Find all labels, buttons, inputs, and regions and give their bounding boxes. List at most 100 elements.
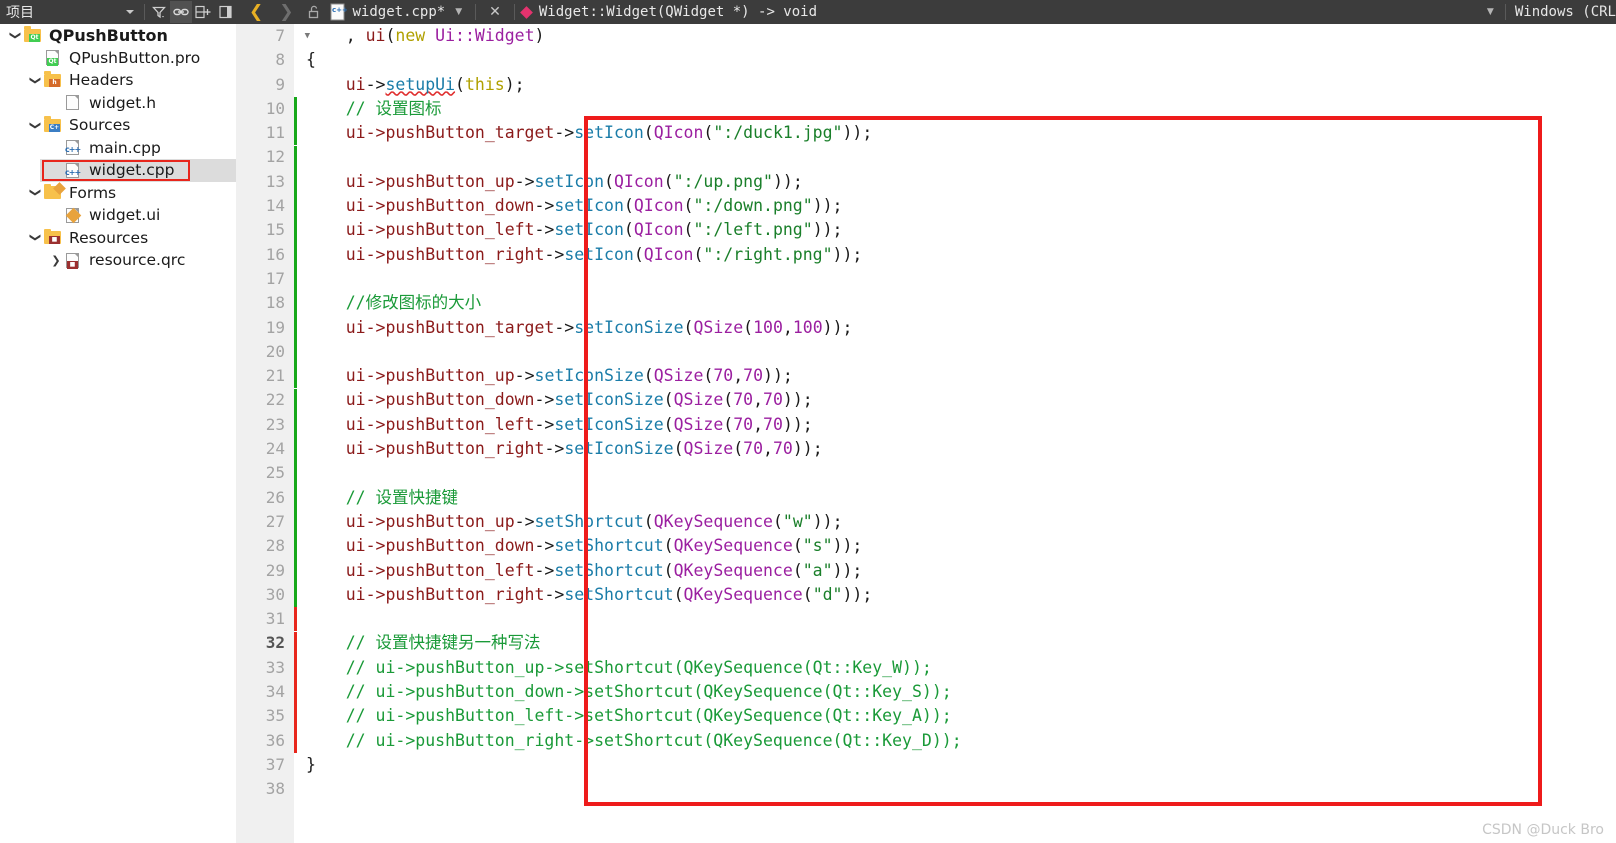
code-token: setIcon xyxy=(564,244,634,264)
code-line[interactable]: ui->pushButton_right->setIcon(QIcon(":/r… xyxy=(294,243,1616,267)
tree-item-qpushbutton-pro[interactable]: Qt QPushButton.pro xyxy=(0,47,236,70)
code-token: setIconSize xyxy=(564,439,674,459)
chevron-right-icon[interactable]: ❯ xyxy=(48,254,64,267)
tree-item-main-cpp[interactable]: c++ main.cpp xyxy=(0,137,236,160)
code-line[interactable]: ui->pushButton_up->setShortcut(QKeySeque… xyxy=(294,510,1616,534)
code-line[interactable]: //修改图标的大小 xyxy=(294,291,1616,315)
code-line[interactable]: // ui->pushButton_up->setShortcut(QKeySe… xyxy=(294,656,1616,680)
symbol-label: Widget::Widget(QWidget *) -> void xyxy=(538,4,818,20)
code-token: ( xyxy=(683,317,694,337)
code-token: ( xyxy=(683,220,694,240)
line-number: 19 xyxy=(265,317,285,337)
code-line[interactable]: // ui->pushButton_down->setShortcut(QKey… xyxy=(294,680,1616,704)
tree-item-widget-cpp[interactable]: c++ widget.cpp xyxy=(0,159,236,182)
code-text-area[interactable]: , ui(new Ui::Widget){ ui->setupUi(this);… xyxy=(294,24,1616,843)
unlock-icon[interactable] xyxy=(303,1,325,23)
chevron-down-icon[interactable]: ❯ xyxy=(28,74,44,87)
code-line[interactable]: ui->pushButton_down->setShortcut(QKeySeq… xyxy=(294,534,1616,558)
code-line[interactable]: ui->pushButton_left->setShortcut(QKeySeq… xyxy=(294,559,1616,583)
line-number: 18 xyxy=(265,293,285,313)
function-diamond-icon xyxy=(520,5,533,19)
code-line[interactable]: , ui(new Ui::Widget) xyxy=(294,24,1616,48)
tree-item-qpushbutton[interactable]: ❯ Qt QPushButton xyxy=(0,24,236,47)
code-line[interactable]: { xyxy=(294,48,1616,72)
code-line[interactable]: // 设置快捷键 xyxy=(294,486,1616,510)
code-line[interactable]: // ui->pushButton_left->setShortcut(QKey… xyxy=(294,704,1616,728)
headers-folder-icon: h xyxy=(44,71,63,89)
chevron-down-icon[interactable]: ❯ xyxy=(28,186,44,199)
code-line[interactable]: ui->pushButton_left->setIcon(QIcon(":/le… xyxy=(294,218,1616,242)
symbol-selector[interactable]: Widget::Widget(QWidget *) -> void xyxy=(520,4,817,20)
close-panel-icon[interactable] xyxy=(214,1,236,23)
code-token: )); xyxy=(812,196,843,216)
code-line[interactable]: } xyxy=(294,753,1616,777)
tree-item-resource-qrc[interactable]: ❯ ■ resource.qrc xyxy=(0,249,236,272)
code-token: // ui->pushButton_right->setShortcut(QKe… xyxy=(345,730,962,750)
tree-item-label: QPushButton.pro xyxy=(69,48,201,67)
eol-chevron-down-icon[interactable]: ▼ xyxy=(1479,7,1502,17)
code-token: , xyxy=(306,26,366,45)
code-token: -> xyxy=(365,74,386,94)
code-line[interactable]: // 设置图标 xyxy=(294,97,1616,121)
tree-item-widget-h[interactable]: widget.h xyxy=(0,92,236,115)
code-token: QIcon xyxy=(643,244,694,264)
qt-creator-window: 项目 ❮ ❯ c++ widget.cpp* ▼ ✕ Widget::Widge… xyxy=(0,0,1616,843)
code-line[interactable]: // 设置快捷键另一种写法 xyxy=(294,631,1616,655)
code-token: "a" xyxy=(802,560,833,580)
tree-item-forms[interactable]: ❯ Forms xyxy=(0,182,236,205)
code-line[interactable] xyxy=(294,607,1616,631)
code-line[interactable] xyxy=(294,461,1616,485)
code-token: 70 xyxy=(763,414,783,434)
tree-item-label: Headers xyxy=(69,71,134,90)
close-file-icon[interactable]: ✕ xyxy=(481,4,509,20)
link-icon[interactable] xyxy=(170,1,192,23)
chevron-down-icon[interactable] xyxy=(119,1,141,23)
tree-item-sources[interactable]: ❯ C+ Sources xyxy=(0,114,236,137)
code-token: ( xyxy=(643,366,654,386)
code-line[interactable]: ui->pushButton_right->setShortcut(QKeySe… xyxy=(294,583,1616,607)
code-token: ui->pushButton_left xyxy=(345,560,535,580)
code-token: -> xyxy=(544,584,565,604)
code-token: ( xyxy=(663,414,674,434)
code-line[interactable]: ui->setupUi(this); xyxy=(294,73,1616,97)
split-add-icon[interactable] xyxy=(192,1,214,23)
code-line[interactable]: ui->pushButton_down->setIconSize(QSize(7… xyxy=(294,388,1616,412)
back-arrow-icon[interactable]: ❮ xyxy=(242,3,270,21)
code-line[interactable]: ui->pushButton_up->setIconSize(QSize(70,… xyxy=(294,364,1616,388)
code-editor[interactable]: 7 ▼ 8 9 10 11 12 13 14 15 16 17 18 19 20 21 22 23 24 25 26 27… xyxy=(236,24,1616,843)
chevron-down-icon[interactable]: ❯ xyxy=(8,29,24,42)
code-line[interactable]: // ui->pushButton_right->setShortcut(QKe… xyxy=(294,729,1616,753)
code-line[interactable]: ui->pushButton_target->setIcon(QIcon(":/… xyxy=(294,121,1616,145)
code-line[interactable] xyxy=(294,777,1616,801)
code-line[interactable]: ui->pushButton_left->setIconSize(QSize(7… xyxy=(294,413,1616,437)
code-token: QKeySequence xyxy=(683,584,803,604)
code-line[interactable]: ui->pushButton_target->setIconSize(QSize… xyxy=(294,316,1616,340)
project-tree-panel[interactable]: ❯ Qt QPushButton Qt QPushButton.pro ❯ h Headers… xyxy=(0,24,236,843)
file-chevron-down-icon[interactable]: ▼ xyxy=(447,7,470,17)
forward-arrow-icon[interactable]: ❯ xyxy=(272,3,300,21)
code-line[interactable] xyxy=(294,267,1616,291)
code-token: ui->pushButton_target xyxy=(345,123,555,143)
code-token: 70 xyxy=(733,390,754,410)
code-token: ui xyxy=(345,74,366,94)
code-line[interactable]: ui->pushButton_up->setIcon(QIcon(":/up.p… xyxy=(294,170,1616,194)
code-token: ui->pushButton_right xyxy=(345,244,545,264)
tree-item-widget-ui[interactable]: widget.ui xyxy=(0,204,236,227)
tree-item-headers[interactable]: ❯ h Headers xyxy=(0,69,236,92)
filter-icon[interactable] xyxy=(148,1,170,23)
code-token: setShortcut xyxy=(554,536,664,556)
code-line[interactable]: ui->pushButton_down->setIcon(QIcon(":/do… xyxy=(294,194,1616,218)
code-line[interactable] xyxy=(294,340,1616,364)
code-line[interactable] xyxy=(294,145,1616,169)
tree-item-resources[interactable]: ❯ ■ Resources xyxy=(0,227,236,250)
chevron-down-icon[interactable]: ❯ xyxy=(28,231,44,244)
chevron-down-icon[interactable]: ❯ xyxy=(28,119,44,132)
code-line[interactable]: ui->pushButton_right->setIconSize(QSize(… xyxy=(294,437,1616,461)
line-ending-label[interactable]: Windows (CRL xyxy=(1509,4,1616,20)
code-token: // ui->pushButton_left->setShortcut(QKey… xyxy=(345,706,952,726)
code-token: )); xyxy=(832,560,863,580)
code-token: ( xyxy=(792,560,803,580)
